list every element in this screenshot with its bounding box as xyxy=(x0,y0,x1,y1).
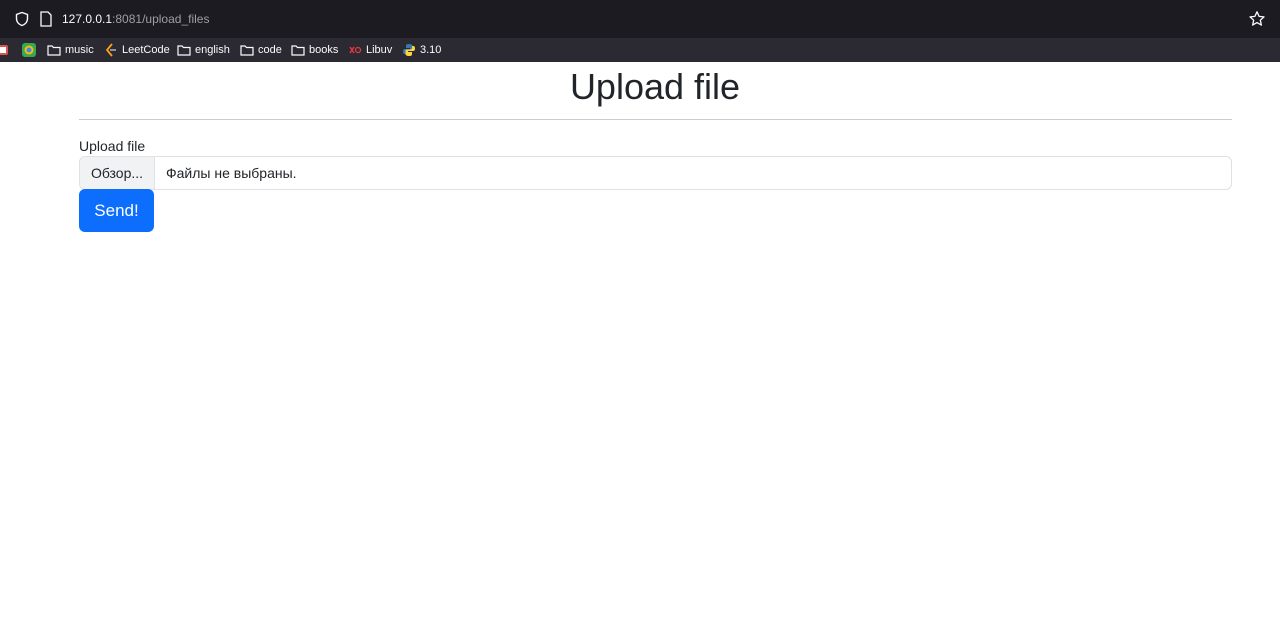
browse-button[interactable]: Обзор... xyxy=(80,157,155,189)
page-icon xyxy=(40,11,52,27)
address-bar[interactable]: 127.0.0.1:8081/upload_files xyxy=(6,5,1274,33)
bookmark-python[interactable]: 3.10 xyxy=(402,42,441,58)
bookmark-code[interactable]: code xyxy=(240,42,282,58)
folder-icon xyxy=(177,45,191,56)
bookmark-label: Libuv xyxy=(366,44,393,56)
page-title: Upload file xyxy=(569,66,741,107)
file-input[interactable]: Обзор... Файлы не выбраны. xyxy=(79,156,1232,190)
bookmark-label: books xyxy=(309,44,339,56)
folder-icon xyxy=(240,45,254,56)
folder-icon xyxy=(47,45,61,56)
shield-icon[interactable] xyxy=(14,11,30,27)
bookmark-label: LeetCode xyxy=(122,44,170,56)
bookmark-books[interactable]: books xyxy=(291,42,338,58)
url-host: 127.0.0.1 xyxy=(62,12,113,26)
divider xyxy=(79,119,1232,120)
bookmark-leetcode[interactable]: LeetCode xyxy=(104,42,170,58)
url-text[interactable]: 127.0.0.1:8081/upload_files xyxy=(62,12,209,26)
leetcode-icon xyxy=(105,43,116,57)
app-icon xyxy=(0,45,8,55)
star-icon[interactable] xyxy=(1248,10,1266,28)
file-status-text: Файлы не выбраны. xyxy=(166,165,297,181)
upload-field-label: Upload file xyxy=(79,138,146,154)
bookmark-english[interactable]: english xyxy=(177,42,230,58)
bookmarks-bar: music LeetCode english code books Libuv … xyxy=(0,38,1280,62)
send-button[interactable]: Send! xyxy=(79,189,154,232)
bookmark-label: music xyxy=(65,44,94,56)
bookmark-libuv[interactable]: Libuv xyxy=(348,42,392,58)
folder-icon xyxy=(291,45,305,56)
bookmark-label: english xyxy=(195,44,230,56)
bookmark-app[interactable] xyxy=(0,42,13,58)
browser-toolbar: 127.0.0.1:8081/upload_files xyxy=(0,0,1280,38)
bookmark-label: 3.10 xyxy=(420,44,442,56)
bookmark-chrome[interactable] xyxy=(21,42,41,58)
url-path: :8081/upload_files xyxy=(112,12,210,26)
python-icon xyxy=(403,44,415,56)
bookmark-label: code xyxy=(258,44,282,56)
chrome-icon xyxy=(22,43,36,57)
libuv-icon xyxy=(349,46,362,54)
bookmark-music[interactable]: music xyxy=(47,42,94,58)
